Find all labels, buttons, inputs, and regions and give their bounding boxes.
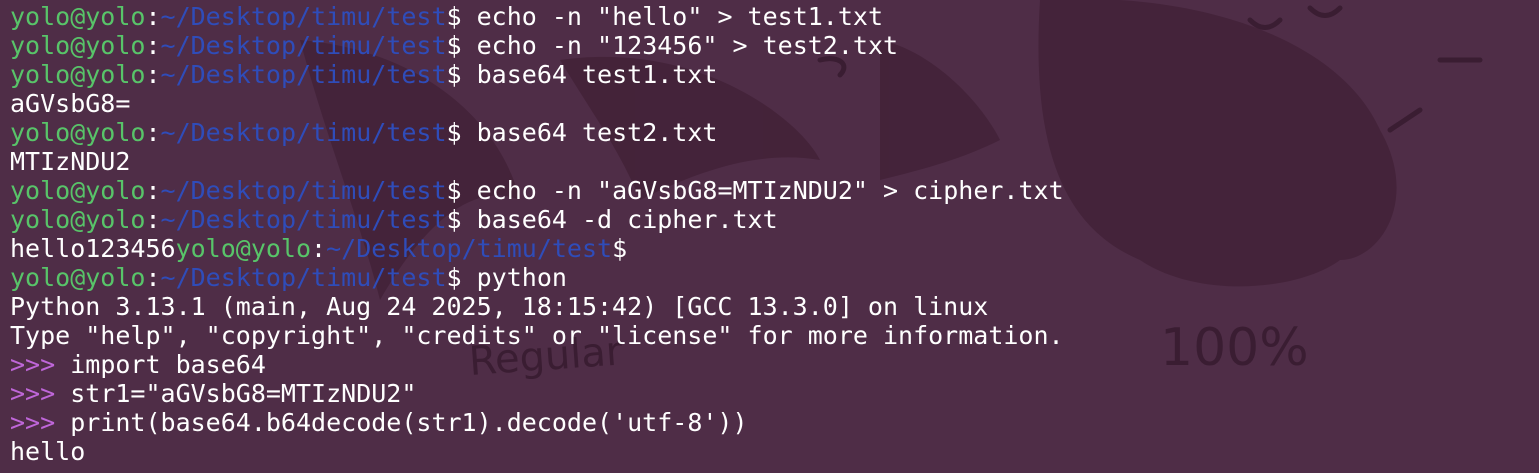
prompt-separator: : — [145, 205, 161, 234]
command-text: echo -n "aGVsbG8=MTIzNDU2" > cipher.txt — [461, 176, 1064, 205]
output-text: hello123456 — [10, 234, 176, 263]
prompt-separator: : — [145, 176, 161, 205]
python-input: import base64 — [70, 350, 266, 379]
prompt-user: yolo@yolo — [10, 205, 146, 234]
terminal-line: >>> import base64 — [10, 350, 1539, 379]
python-prompt: >>> — [10, 350, 71, 379]
terminal-line: hello123456yolo@yolo:~/Desktop/timu/test… — [10, 234, 1539, 263]
terminal-line: Python 3.13.1 (main, Aug 24 2025, 18:15:… — [10, 292, 1539, 321]
command-text: base64 test2.txt — [461, 118, 718, 147]
prompt-symbol: $ — [446, 31, 462, 60]
command-text: base64 test1.txt — [461, 60, 718, 89]
prompt-path: ~/Desktop/timu/test — [160, 263, 447, 292]
terminal-line: MTIzNDU2 — [10, 147, 1539, 176]
python-input: str1="aGVsbG8=MTIzNDU2" — [70, 379, 417, 408]
python-prompt: >>> — [10, 408, 71, 437]
terminal-line: yolo@yolo:~/Desktop/timu/test$ echo -n "… — [10, 31, 1539, 60]
output-text: aGVsbG8= — [10, 89, 131, 118]
output-text: MTIzNDU2 — [10, 147, 131, 176]
prompt-symbol: $ — [446, 118, 462, 147]
prompt-user: yolo@yolo — [10, 31, 146, 60]
terminal-line: yolo@yolo:~/Desktop/timu/test$ python — [10, 263, 1539, 292]
prompt-path: ~/Desktop/timu/test — [160, 60, 447, 89]
command-text: base64 -d cipher.txt — [461, 205, 778, 234]
prompt-user: yolo@yolo — [10, 176, 146, 205]
prompt-path: ~/Desktop/timu/test — [160, 31, 447, 60]
prompt-symbol: $ — [446, 2, 462, 31]
terminal-output[interactable]: yolo@yolo:~/Desktop/timu/test$ echo -n "… — [10, 2, 1539, 473]
terminal-line: yolo@yolo:~/Desktop/timu/test$ base64 te… — [10, 60, 1539, 89]
prompt-symbol: $ — [446, 176, 462, 205]
output-text: hello — [10, 437, 86, 466]
terminal-line: yolo@yolo:~/Desktop/timu/test$ base64 te… — [10, 118, 1539, 147]
output-text: Python 3.13.1 (main, Aug 24 2025, 18:15:… — [10, 292, 989, 321]
prompt-user: yolo@yolo — [10, 263, 146, 292]
terminal-line: >>> print(base64.b64decode(str1).decode(… — [10, 408, 1539, 437]
command-text: python — [461, 263, 567, 292]
prompt-symbol: $ — [446, 263, 462, 292]
python-prompt: >>> — [10, 379, 71, 408]
prompt-separator: : — [145, 31, 161, 60]
prompt-symbol: $ — [446, 60, 462, 89]
prompt-separator: : — [145, 118, 161, 147]
python-input: print(base64.b64decode(str1).decode('utf… — [70, 408, 748, 437]
prompt-user: yolo@yolo — [10, 60, 146, 89]
prompt-user: yolo@yolo — [175, 234, 312, 263]
terminal-line: yolo@yolo:~/Desktop/timu/test$ echo -n "… — [10, 176, 1539, 205]
prompt-symbol: $ — [446, 205, 462, 234]
prompt-user: yolo@yolo — [10, 118, 146, 147]
prompt-path: ~/Desktop/timu/test — [160, 176, 447, 205]
prompt-path: ~/Desktop/timu/test — [160, 2, 447, 31]
prompt-separator: : — [145, 60, 161, 89]
prompt-path: ~/Desktop/timu/test — [326, 234, 613, 263]
prompt-separator: : — [145, 263, 161, 292]
output-text: Type "help", "copyright", "credits" or "… — [10, 321, 1064, 350]
prompt-separator: : — [311, 234, 327, 263]
terminal-line: yolo@yolo:~/Desktop/timu/test$ echo -n "… — [10, 2, 1539, 31]
prompt-symbol: $ — [612, 234, 628, 263]
prompt-user: yolo@yolo — [10, 2, 146, 31]
terminal-line: >>> str1="aGVsbG8=MTIzNDU2" — [10, 379, 1539, 408]
prompt-path: ~/Desktop/timu/test — [160, 205, 447, 234]
command-text: echo -n "hello" > test1.txt — [461, 2, 884, 31]
terminal-line: Type "help", "copyright", "credits" or "… — [10, 321, 1539, 350]
prompt-path: ~/Desktop/timu/test — [160, 118, 447, 147]
terminal-line: yolo@yolo:~/Desktop/timu/test$ base64 -d… — [10, 205, 1539, 234]
terminal-line: hello — [10, 437, 1539, 466]
prompt-separator: : — [145, 2, 161, 31]
command-text: echo -n "123456" > test2.txt — [461, 31, 899, 60]
terminal-line: aGVsbG8= — [10, 89, 1539, 118]
